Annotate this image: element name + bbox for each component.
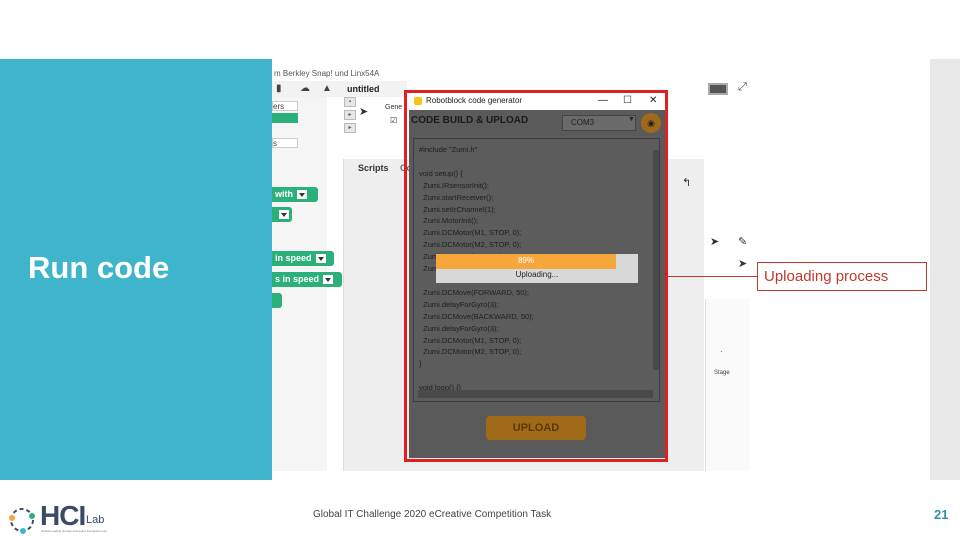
file-icon[interactable]: ▮ — [276, 84, 286, 94]
block-label: s in speed — [275, 274, 320, 284]
category-button-active[interactable] — [272, 113, 298, 123]
arrow-tool-icon[interactable]: ➤ — [738, 257, 747, 270]
small-button[interactable]: ▪ — [344, 97, 356, 107]
block-with[interactable]: with — [272, 187, 318, 202]
lab-logo-tagline: Global Leading Human-Computer Interactio… — [41, 529, 107, 533]
dropdown-icon[interactable] — [297, 190, 307, 200]
category-button[interactable]: ers — [272, 101, 298, 111]
expand-icon[interactable]: ⤢ — [738, 81, 747, 94]
stage-size-icon[interactable] — [708, 83, 728, 95]
settings-icon[interactable]: ▲ — [322, 84, 332, 94]
small-button[interactable]: ▸ — [344, 123, 356, 133]
block-s-in-speed[interactable]: s in speed — [272, 272, 342, 287]
project-name: untitled — [347, 84, 380, 94]
page-number: 21 — [934, 507, 949, 522]
stage-dot: · — [720, 347, 723, 356]
block-stub[interactable] — [272, 293, 282, 308]
dropdown-icon[interactable] — [315, 254, 326, 264]
stage-label: Stage — [714, 370, 730, 376]
arrow-icon: ➤ — [359, 106, 369, 118]
lab-logo-icon — [9, 508, 35, 534]
lab-logo-suffix: Lab — [86, 514, 105, 526]
tab-scripts[interactable]: Scripts — [358, 163, 389, 173]
snap-toolbar — [272, 81, 407, 97]
cloud-icon[interactable]: ☁ — [300, 84, 310, 94]
small-button[interactable]: ▸ — [344, 110, 356, 120]
stage-pane — [705, 299, 750, 471]
slide-title: Run code — [28, 250, 170, 285]
undo-icon[interactable]: ↰ — [682, 176, 691, 189]
arrow-tool-icon[interactable]: ➤ — [710, 235, 719, 248]
dropdown-icon[interactable] — [279, 210, 289, 220]
generator-label: Gene — [385, 104, 403, 111]
block-in-speed[interactable]: in speed — [272, 251, 334, 266]
dropdown-icon[interactable] — [323, 275, 334, 285]
callout-line — [668, 276, 758, 277]
brush-icon[interactable]: ✎ — [738, 235, 747, 248]
lab-logo-text: HCI — [40, 500, 86, 531]
checkbox-icon[interactable]: ☑ — [390, 116, 397, 125]
footer-text: Global IT Challenge 2020 eCreative Compe… — [313, 509, 552, 520]
right-strip — [930, 59, 960, 480]
callout-label: Uploading process — [757, 262, 927, 291]
snap-window-title: m Berkley Snap! und Linx54A — [274, 69, 380, 78]
category-button[interactable]: s — [272, 138, 298, 148]
block-dropdown[interactable] — [272, 207, 292, 222]
highlight-box — [404, 90, 668, 462]
block-label: with — [275, 189, 293, 199]
block-label: in speed — [275, 253, 312, 263]
